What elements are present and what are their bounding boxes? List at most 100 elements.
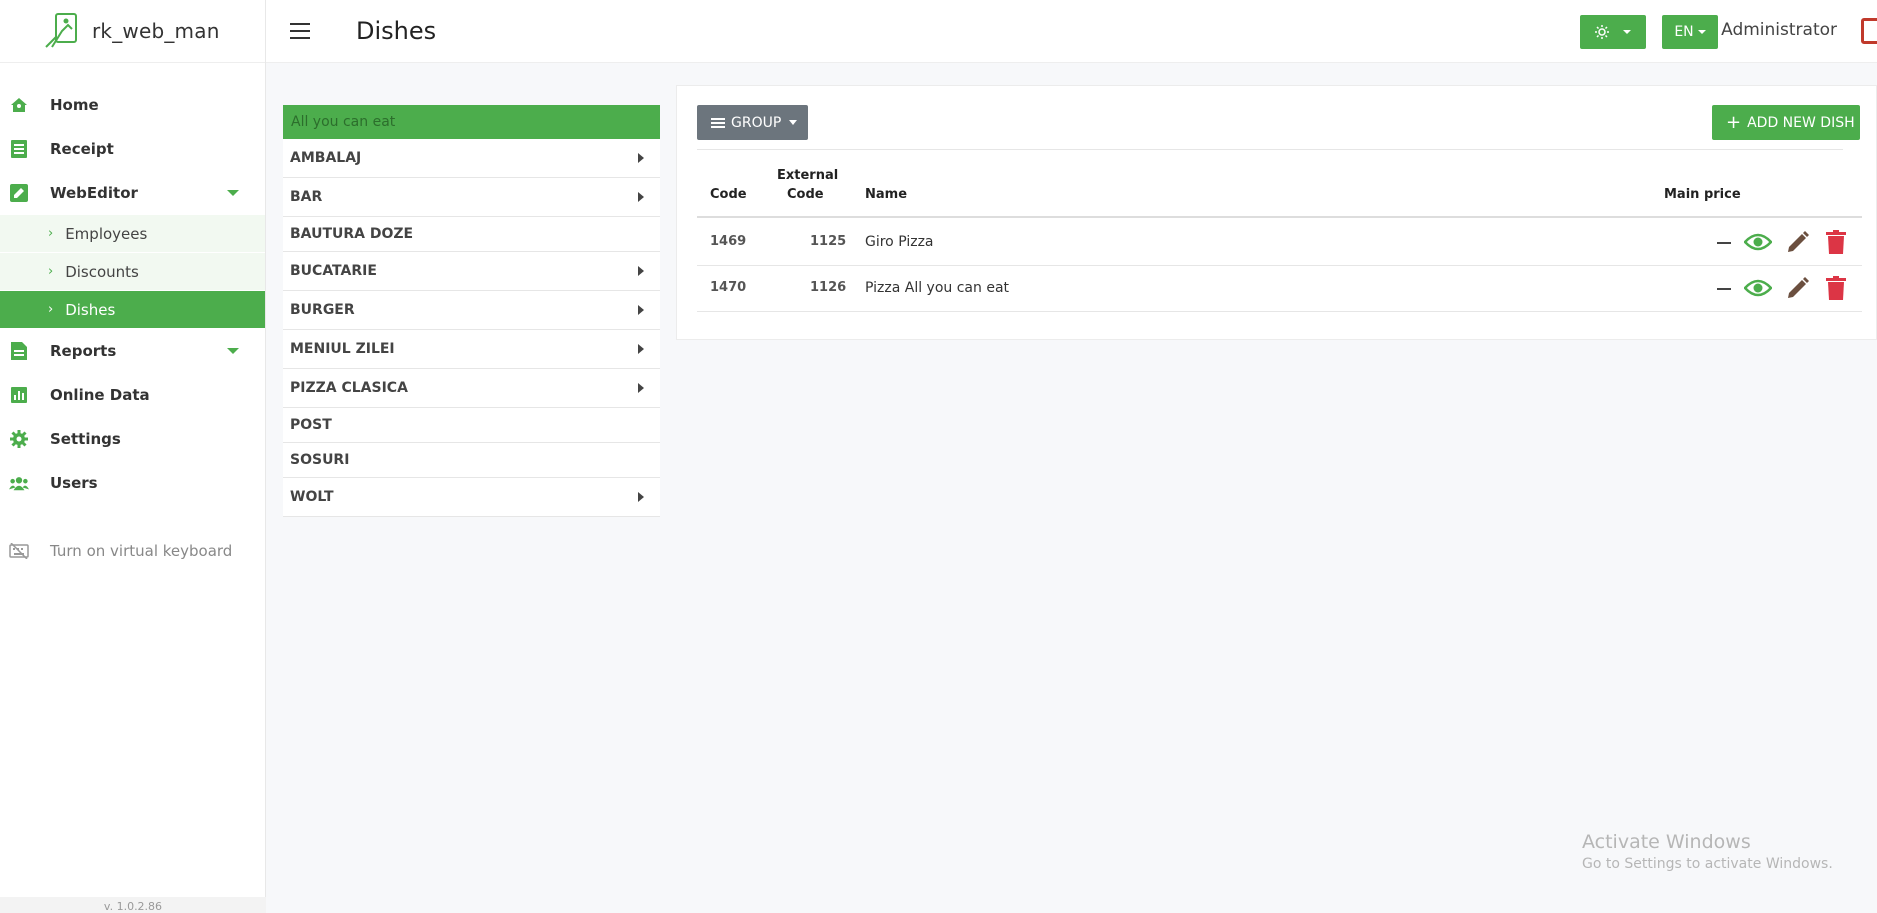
divider [697, 149, 1843, 150]
page-title: Dishes [356, 17, 437, 45]
cell-name: Giro Pizza [865, 234, 934, 250]
group-item[interactable]: BAR [283, 178, 660, 217]
virtual-keyboard-label: Turn on virtual keyboard [50, 542, 233, 560]
receipt-icon [9, 139, 29, 159]
sidebar-item-label: Receipt [50, 140, 114, 158]
view-icon[interactable] [1744, 230, 1772, 254]
column-header-name[interactable]: Name [865, 187, 907, 202]
theme-dropdown-button[interactable] [1580, 15, 1646, 49]
group-item[interactable]: BUCATARIE [283, 252, 660, 291]
sidebar-item-label: Online Data [50, 386, 150, 404]
group-item-label: WOLT [290, 489, 334, 505]
chevron-down-icon[interactable] [227, 348, 239, 354]
report-icon [9, 341, 29, 361]
sidebar-subitem-label: Discounts [65, 262, 139, 281]
sidebar-subitem-discounts[interactable]: › Discounts [0, 253, 265, 291]
column-header-code[interactable]: Code [710, 187, 747, 202]
dishes-panel: GROUP + ADD NEW DISH Code External Code … [676, 85, 1877, 340]
app-version: v. 1.0.2.86 [0, 897, 266, 913]
sidebar-subitem-dishes[interactable]: › Dishes [0, 291, 265, 329]
group-list: All you can eat AMBALAJ BAR BAUTURA DOZE… [283, 105, 660, 517]
gear-icon [9, 429, 29, 449]
top-header: Dishes EN Administrator [266, 0, 1877, 63]
cell-name: Pizza All you can eat [865, 280, 1010, 296]
language-label: EN [1674, 24, 1694, 40]
group-item[interactable]: BAUTURA DOZE [283, 217, 660, 252]
sidebar-item-label: Home [50, 96, 99, 114]
keyboard-off-icon [9, 541, 29, 561]
group-item[interactable]: BURGER [283, 291, 660, 330]
cell-main-price [1717, 242, 1731, 244]
logout-icon[interactable] [1861, 18, 1877, 44]
group-item[interactable]: SOSURI [283, 443, 660, 478]
group-item[interactable]: MENIUL ZILEI [283, 330, 660, 369]
sidebar-item-users[interactable]: Users [0, 461, 265, 505]
chevron-down-icon [1697, 30, 1706, 34]
caret-right-icon [638, 305, 644, 315]
group-item[interactable]: AMBALAJ [283, 139, 660, 178]
cell-code: 1469 [710, 234, 747, 249]
brand[interactable]: rk_web_man [0, 0, 265, 63]
virtual-keyboard-toggle[interactable]: Turn on virtual keyboard [0, 529, 265, 573]
sidebar-item-home[interactable]: Home [0, 83, 265, 127]
group-item-label: AMBALAJ [290, 150, 362, 166]
menu-icon [711, 117, 725, 128]
logo-icon [45, 13, 77, 48]
sidebar-item-label: WebEditor [50, 184, 138, 202]
group-item-label: SOSURI [290, 452, 350, 468]
group-item-label: MENIUL ZILEI [290, 341, 395, 357]
brand-name: rk_web_man [92, 19, 220, 43]
sidebar-item-webeditor[interactable]: WebEditor [0, 171, 265, 215]
language-dropdown-button[interactable]: EN [1662, 15, 1718, 49]
chevron-right-icon: › [48, 264, 54, 279]
sidebar-subitem-employees[interactable]: › Employees [0, 215, 265, 253]
plus-icon: + [1726, 111, 1742, 133]
chevron-down-icon [1623, 30, 1631, 34]
sidebar-item-reports[interactable]: Reports [0, 329, 265, 373]
delete-icon[interactable] [1826, 276, 1846, 300]
cell-main-price [1717, 288, 1731, 290]
chevron-down-icon[interactable] [227, 190, 239, 196]
edit-icon[interactable] [1786, 276, 1810, 300]
view-icon[interactable] [1744, 276, 1772, 300]
sidebar-item-label: Users [50, 474, 98, 492]
add-new-dish-button[interactable]: + ADD NEW DISH [1712, 105, 1860, 140]
chevron-right-icon: › [48, 302, 54, 317]
menu-toggle-icon[interactable] [290, 23, 310, 39]
sun-icon [1595, 25, 1609, 39]
group-button-label: GROUP [731, 114, 782, 131]
group-item-label: BAUTURA DOZE [290, 226, 414, 242]
group-item-selected[interactable]: All you can eat [283, 105, 660, 139]
cell-code: 1470 [710, 280, 747, 295]
group-item[interactable]: WOLT [283, 478, 660, 517]
add-button-label: ADD NEW DISH [1747, 114, 1855, 131]
group-item[interactable]: PIZZA CLASICA [283, 369, 660, 408]
users-icon [9, 473, 29, 493]
group-item[interactable]: POST [283, 408, 660, 443]
edit-icon[interactable] [1786, 230, 1810, 254]
group-item-label: BUCATARIE [290, 263, 377, 279]
activate-windows-watermark: Activate Windows Go to Settings to activ… [1582, 831, 1833, 872]
column-header-external-line1[interactable]: External [777, 168, 838, 183]
sidebar-item-online-data[interactable]: Online Data [0, 373, 265, 417]
user-name[interactable]: Administrator [1721, 20, 1837, 40]
sidebar-item-label: Reports [50, 342, 117, 360]
delete-icon[interactable] [1826, 230, 1846, 254]
sidebar-item-settings[interactable]: Settings [0, 417, 265, 461]
chevron-right-icon: › [48, 226, 54, 241]
table-row[interactable]: 1470 1126 Pizza All you can eat [697, 266, 1862, 312]
group-dropdown-button[interactable]: GROUP [697, 105, 808, 140]
table-row[interactable]: 1469 1125 Giro Pizza [697, 220, 1862, 266]
sidebar-nav: Home Receipt WebEditor › Employees › Dis… [0, 63, 265, 573]
sidebar-subitem-label: Dishes [65, 300, 116, 319]
sidebar-subitem-label: Employees [65, 224, 148, 243]
caret-right-icon [638, 492, 644, 502]
column-header-main-price[interactable]: Main price [1664, 187, 1741, 202]
column-header-external-line2[interactable]: Code [787, 187, 824, 202]
caret-right-icon [638, 344, 644, 354]
table-header: Code External Code Name Main price [697, 161, 1862, 218]
group-item-label: BURGER [290, 302, 355, 318]
group-item-label: POST [290, 417, 332, 433]
home-icon [9, 95, 29, 115]
sidebar-item-receipt[interactable]: Receipt [0, 127, 265, 171]
